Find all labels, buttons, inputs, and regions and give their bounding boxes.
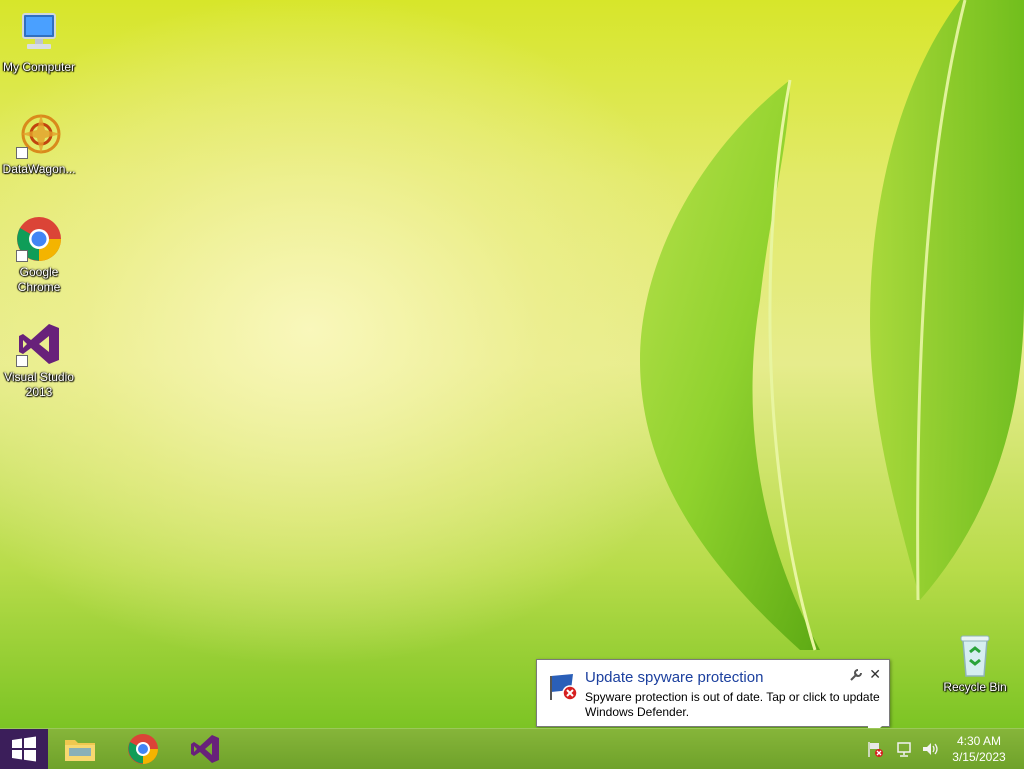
notification-title: Update spyware protection [585,669,764,686]
computer-icon [15,10,63,58]
notification-message: Spyware protection is out of date. Tap o… [585,690,880,719]
visual-studio-icon [15,320,63,368]
desktop-icon-google-chrome[interactable]: Google Chrome [0,215,78,295]
desktop-icon-label: Visual Studio 2013 [4,370,74,399]
recycle-bin-icon [951,630,999,678]
shortcut-arrow-icon [16,250,28,262]
wallpaper-leaves [640,0,1024,651]
chrome-icon [15,215,63,263]
desktop-icon-visual-studio[interactable]: Visual Studio 2013 [0,320,78,400]
taskbar-file-explorer-button[interactable] [50,729,110,769]
action-center-flag-icon[interactable] [866,739,886,759]
shortcut-arrow-icon [16,147,28,159]
clock-time: 4:30 AM [956,734,1002,748]
wrench-icon[interactable] [849,668,863,682]
start-button[interactable] [0,729,48,769]
desktop-icon-recycle-bin[interactable]: Recycle Bin [936,630,1014,695]
visual-studio-icon [191,735,219,763]
desktop-icon-label: Recycle Bin [943,680,1007,694]
volume-icon[interactable] [920,739,940,759]
notification-close-button[interactable]: ✕ [869,666,881,683]
folder-icon [65,740,95,761]
taskbar: 4:30 AM 3/15/2023 [0,728,1024,769]
taskbar-visual-studio-button[interactable] [175,729,235,769]
defender-warning-icon [547,670,579,702]
shortcut-arrow-icon [16,355,28,367]
desktop-icon-datawagon[interactable]: DataWagon... [0,112,78,177]
desktop-icon-label: DataWagon... [2,162,76,176]
system-clock[interactable]: 4:30 AM 3/15/2023 [944,733,1014,765]
network-icon[interactable] [895,739,915,759]
desktop-icon-label: My Computer [2,60,76,74]
defender-notification-balloon[interactable]: Update spyware protection Spyware protec… [536,659,890,727]
windows-logo-icon [12,736,36,762]
desktop-icon-my-computer[interactable]: My Computer [0,10,78,75]
desktop-background[interactable]: My Computer DataWagon... Google Chrome V… [0,0,1024,728]
chrome-icon [128,734,158,764]
desktop-icon-label: Google Chrome [17,265,61,294]
taskbar-chrome-button[interactable] [113,729,173,769]
clock-date: 3/15/2023 [952,750,1006,764]
datawagon-app-icon [15,112,63,160]
